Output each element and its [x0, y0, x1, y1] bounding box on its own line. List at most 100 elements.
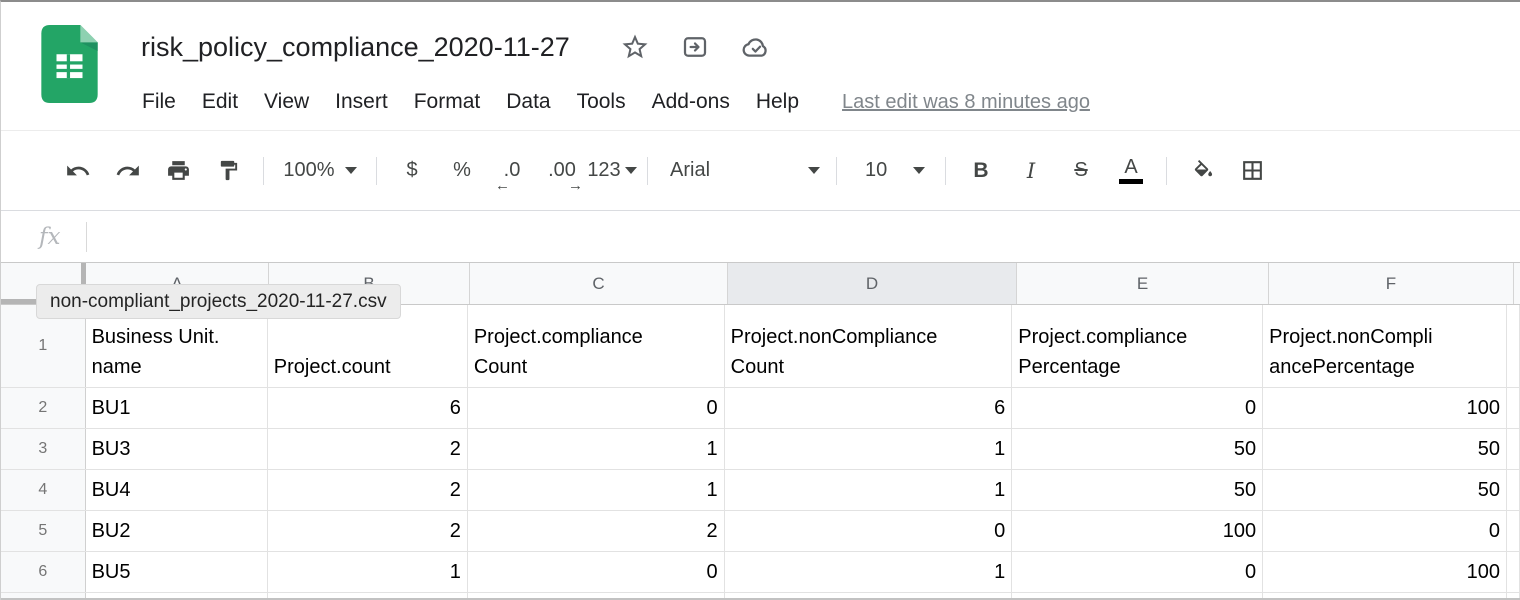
- title-icons: [620, 31, 772, 63]
- format-currency-button[interactable]: $: [387, 151, 437, 191]
- cell-d3[interactable]: 1: [725, 429, 1013, 469]
- cell-a3[interactable]: BU3: [86, 429, 268, 469]
- document-title[interactable]: risk_policy_compliance_2020-11-27: [141, 32, 570, 63]
- formula-input[interactable]: [87, 211, 1520, 262]
- cell-b3[interactable]: 2: [268, 429, 468, 469]
- cell-d1[interactable]: Project.nonCompliance Count: [725, 305, 1013, 387]
- cloud-saved-icon[interactable]: [740, 31, 772, 63]
- menu-bar: File Edit View Insert Format Data Tools …: [129, 84, 1090, 120]
- cell-c1[interactable]: Project.compliance Count: [468, 305, 725, 387]
- menu-view[interactable]: View: [251, 90, 322, 114]
- column-header-d[interactable]: D: [728, 263, 1017, 304]
- cell-f2[interactable]: 100: [1263, 388, 1507, 428]
- menu-insert[interactable]: Insert: [322, 90, 401, 114]
- cell-b2[interactable]: 6: [268, 388, 468, 428]
- toolbar-divider: [836, 157, 837, 185]
- top-bar: risk_policy_compliance_2020-11-27: [1, 2, 1520, 131]
- cell-sliver: [1507, 511, 1520, 551]
- row-header-6[interactable]: 6: [1, 552, 86, 592]
- row-header-5[interactable]: 5: [1, 511, 86, 551]
- cell-sliver: [1507, 305, 1520, 387]
- menu-tools[interactable]: Tools: [564, 90, 639, 114]
- undo-button[interactable]: [53, 151, 103, 191]
- font-size-select[interactable]: 10: [847, 151, 935, 191]
- italic-button[interactable]: I: [1006, 151, 1056, 191]
- number-format-button[interactable]: 123: [587, 151, 637, 191]
- cell-a4[interactable]: BU4: [86, 470, 268, 510]
- sheets-logo-icon[interactable]: [41, 25, 98, 103]
- row-header-3[interactable]: 3: [1, 429, 86, 469]
- cell-f3[interactable]: 50: [1263, 429, 1507, 469]
- font-family-select[interactable]: Arial: [658, 151, 826, 191]
- table-row-3: 3 BU3 2 1 1 50 50: [1, 429, 1520, 470]
- move-folder-icon[interactable]: [680, 32, 710, 62]
- filename-tooltip: non-compliant_projects_2020-11-27.csv: [36, 284, 401, 319]
- cell-a6[interactable]: BU5: [86, 552, 268, 592]
- fx-icon: fx: [39, 224, 60, 250]
- chevron-down-icon: [913, 167, 925, 174]
- cell-d4[interactable]: 1: [725, 470, 1013, 510]
- cell-d5[interactable]: 0: [725, 511, 1013, 551]
- menu-file[interactable]: File: [129, 90, 189, 114]
- cell-e4[interactable]: 50: [1012, 470, 1263, 510]
- cell-c2[interactable]: 0: [468, 388, 725, 428]
- spreadsheet-grid: A B C D E F non-compliant_projects_2020-…: [1, 262, 1520, 600]
- increase-decimal-button[interactable]: .00 →: [537, 151, 587, 191]
- toolbar-divider: [263, 157, 264, 185]
- cell-e3[interactable]: 50: [1012, 429, 1263, 469]
- cell-b5[interactable]: 2: [268, 511, 468, 551]
- format-percent-button[interactable]: %: [437, 151, 487, 191]
- bold-button[interactable]: B: [956, 151, 1006, 191]
- menu-data[interactable]: Data: [493, 90, 563, 114]
- cell-e5[interactable]: 100: [1012, 511, 1263, 551]
- arrow-right-icon: →: [568, 178, 583, 193]
- menu-help[interactable]: Help: [743, 90, 812, 114]
- decrease-decimal-button[interactable]: .0 ←: [487, 151, 537, 191]
- cell-f1[interactable]: Project.nonCompli ancePercentage: [1263, 305, 1507, 387]
- cell-sliver: [1507, 429, 1520, 469]
- font-family-value: Arial: [670, 159, 710, 182]
- table-row-7-partial: [1, 593, 1520, 600]
- column-header-f[interactable]: F: [1269, 263, 1514, 304]
- zoom-select[interactable]: 100%: [274, 151, 366, 191]
- cell-d6[interactable]: 1: [725, 552, 1013, 592]
- cell-f6[interactable]: 100: [1263, 552, 1507, 592]
- column-header-c[interactable]: C: [470, 263, 728, 304]
- cell-c6[interactable]: 0: [468, 552, 725, 592]
- row-header-4[interactable]: 4: [1, 470, 86, 510]
- toolbar: 100% $ % .0 ← .00 → 123 Arial 10: [1, 131, 1520, 211]
- cell-b4[interactable]: 2: [268, 470, 468, 510]
- cell-e2[interactable]: 0: [1012, 388, 1263, 428]
- menu-addons[interactable]: Add-ons: [639, 90, 743, 114]
- cell-e1[interactable]: Project.compliance Percentage: [1012, 305, 1263, 387]
- zoom-value: 100%: [283, 159, 334, 182]
- cell-e6[interactable]: 0: [1012, 552, 1263, 592]
- menu-edit[interactable]: Edit: [189, 90, 251, 114]
- cell-d2[interactable]: 6: [725, 388, 1013, 428]
- row-header-7[interactable]: [1, 593, 86, 598]
- paint-format-button[interactable]: [203, 151, 253, 191]
- chevron-down-icon: [345, 167, 357, 174]
- menu-format[interactable]: Format: [401, 90, 494, 114]
- cell-a2[interactable]: BU1: [86, 388, 268, 428]
- cell-f4[interactable]: 50: [1263, 470, 1507, 510]
- cell-sliver: [1507, 552, 1520, 592]
- cell-f5[interactable]: 0: [1263, 511, 1507, 551]
- cell-b6[interactable]: 1: [268, 552, 468, 592]
- cell-c4[interactable]: 1: [468, 470, 725, 510]
- table-row-2: 2 BU1 6 0 6 0 100: [1, 388, 1520, 429]
- row-header-2[interactable]: 2: [1, 388, 86, 428]
- text-color-button[interactable]: A: [1106, 151, 1156, 191]
- redo-button[interactable]: [103, 151, 153, 191]
- cell-c3[interactable]: 1: [468, 429, 725, 469]
- print-button[interactable]: [153, 151, 203, 191]
- strikethrough-button[interactable]: S: [1056, 151, 1106, 191]
- last-edit-link[interactable]: Last edit was 8 minutes ago: [842, 91, 1090, 114]
- star-icon[interactable]: [620, 32, 650, 62]
- borders-button[interactable]: [1227, 151, 1277, 191]
- column-header-e[interactable]: E: [1017, 263, 1269, 304]
- fill-color-button[interactable]: [1177, 151, 1227, 191]
- chevron-down-icon: [808, 167, 820, 174]
- cell-a5[interactable]: BU2: [86, 511, 268, 551]
- cell-c5[interactable]: 2: [468, 511, 725, 551]
